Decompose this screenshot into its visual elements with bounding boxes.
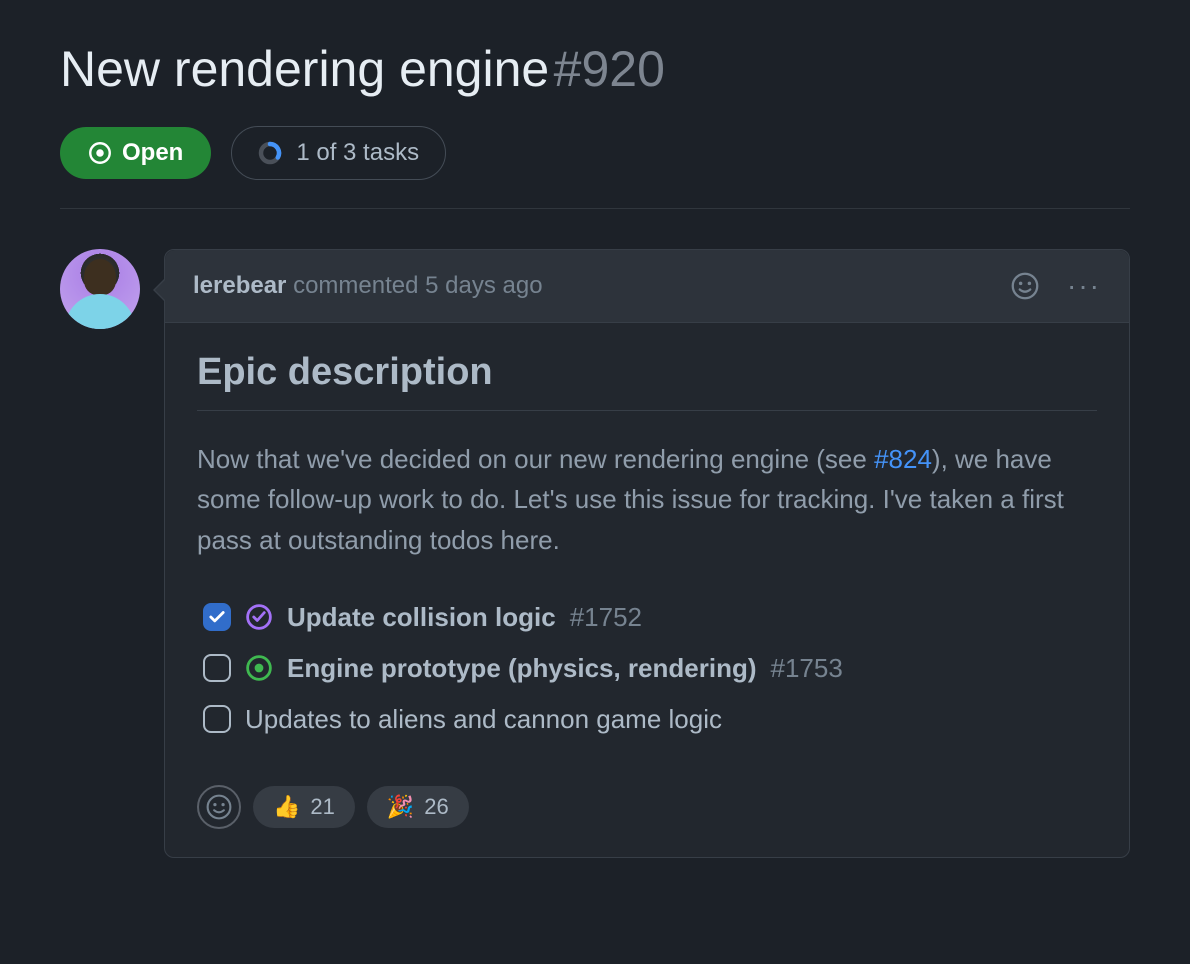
title-row: New rendering engine #920 bbox=[60, 40, 1130, 98]
reaction-count: 21 bbox=[310, 794, 334, 820]
task-checkbox[interactable] bbox=[203, 654, 231, 682]
comment-action: commented bbox=[293, 272, 418, 299]
task-item: Engine prototype (physics, rendering) #1… bbox=[197, 643, 1097, 694]
kebab-icon[interactable]: ··· bbox=[1067, 270, 1101, 302]
body-pre: Now that we've decided on our new render… bbox=[197, 444, 874, 474]
task-checkbox[interactable] bbox=[203, 705, 231, 733]
comment-section: lerebear commented 5 days ago ··· Epic d… bbox=[60, 249, 1130, 858]
reactions-row: 👍 21 🎉 26 bbox=[197, 785, 1097, 829]
comment-time[interactable]: 5 days ago bbox=[425, 272, 542, 299]
comment-actions: ··· bbox=[1011, 270, 1101, 302]
issue-closed-icon bbox=[245, 603, 273, 631]
open-status-badge: Open bbox=[60, 127, 211, 179]
task-progress-icon bbox=[258, 141, 282, 165]
issue-link[interactable]: #824 bbox=[874, 444, 932, 474]
smiley-icon bbox=[206, 794, 232, 820]
reaction-chip[interactable]: 👍 21 bbox=[253, 786, 355, 828]
issue-header: New rendering engine #920 Open 1 of 3 ta… bbox=[60, 40, 1130, 209]
comment-author[interactable]: lerebear bbox=[193, 272, 286, 299]
epic-heading: Epic description bbox=[197, 351, 1097, 411]
avatar[interactable] bbox=[60, 249, 140, 329]
description-text: Now that we've decided on our new render… bbox=[197, 439, 1097, 560]
task-progress-label: 1 of 3 tasks bbox=[296, 139, 419, 167]
task-list: Update collision logic #1752 Engine prot… bbox=[197, 592, 1097, 745]
comment-box: lerebear commented 5 days ago ··· Epic d… bbox=[164, 249, 1130, 858]
task-ref[interactable]: #1752 bbox=[570, 602, 642, 633]
task-title[interactable]: Update collision logic bbox=[287, 602, 556, 633]
add-reaction-button[interactable] bbox=[197, 785, 241, 829]
status-row: Open 1 of 3 tasks bbox=[60, 126, 1130, 209]
task-title[interactable]: Engine prototype (physics, rendering) bbox=[287, 653, 757, 684]
task-title: Updates to aliens and cannon game logic bbox=[245, 704, 722, 735]
reaction-emoji: 👍 bbox=[273, 794, 300, 820]
reaction-count: 26 bbox=[424, 794, 448, 820]
task-item: Update collision logic #1752 bbox=[197, 592, 1097, 643]
issue-title: New rendering engine bbox=[60, 41, 549, 97]
task-progress-badge[interactable]: 1 of 3 tasks bbox=[231, 126, 446, 180]
issue-number: #920 bbox=[554, 41, 665, 97]
comment-header: lerebear commented 5 days ago ··· bbox=[165, 250, 1129, 323]
comment-meta: lerebear commented 5 days ago bbox=[193, 272, 543, 300]
comment-body: Epic description Now that we've decided … bbox=[165, 323, 1129, 857]
checkmark-icon bbox=[208, 608, 226, 626]
task-checkbox[interactable] bbox=[203, 603, 231, 631]
open-status-label: Open bbox=[122, 139, 183, 167]
smiley-icon[interactable] bbox=[1011, 272, 1039, 300]
task-item: Updates to aliens and cannon game logic bbox=[197, 694, 1097, 745]
issue-open-icon bbox=[88, 141, 112, 165]
task-ref[interactable]: #1753 bbox=[771, 653, 843, 684]
issue-open-icon bbox=[245, 654, 273, 682]
reaction-chip[interactable]: 🎉 26 bbox=[367, 786, 469, 828]
reaction-emoji: 🎉 bbox=[387, 794, 414, 820]
